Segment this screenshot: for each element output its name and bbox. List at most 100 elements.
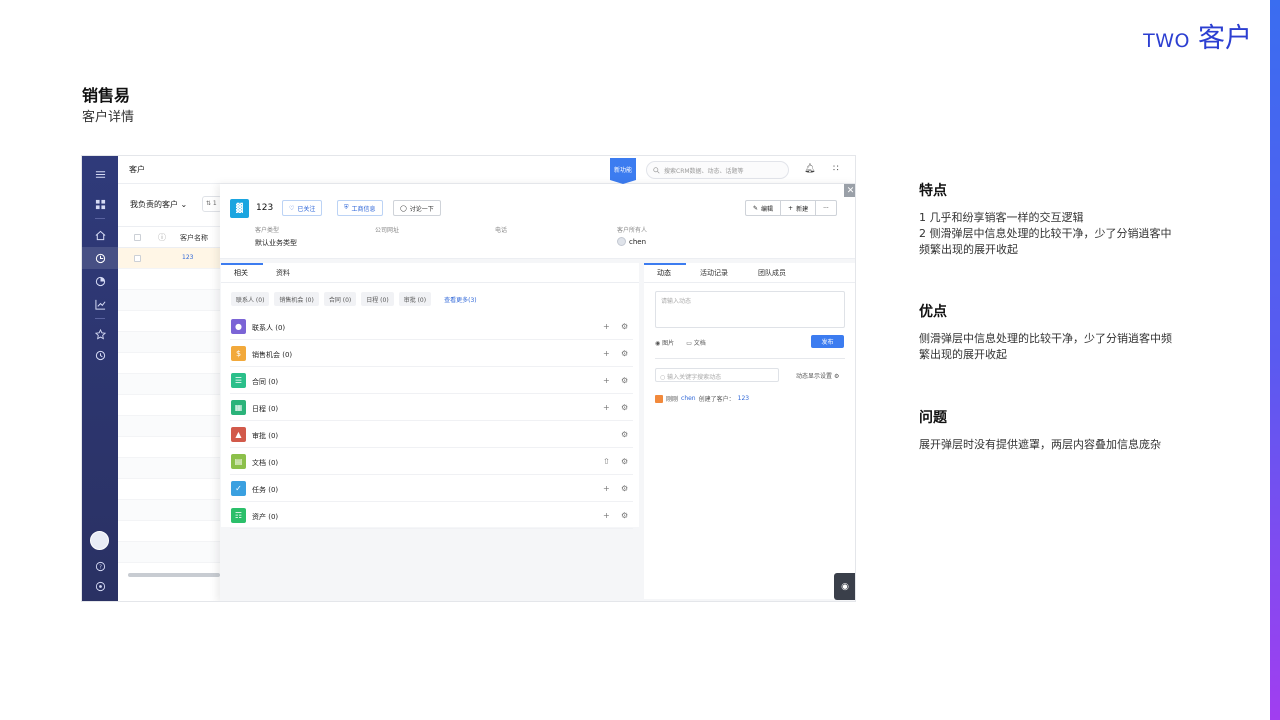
list-sort-button[interactable]: ⇅ 1 <box>202 196 222 212</box>
table-row <box>118 437 220 458</box>
new-feature-badge[interactable]: 新功能 <box>610 158 636 184</box>
building-icon: ▓ <box>230 199 249 218</box>
gear-icon[interactable]: ⚙︎ <box>621 457 628 466</box>
more-button[interactable]: ··· <box>816 201 836 215</box>
horizontal-scrollbar[interactable] <box>128 573 220 577</box>
post-image-button[interactable]: ◉ 图片 <box>655 338 674 347</box>
chip-opportunities[interactable]: 销售机会 (0) <box>274 292 319 306</box>
tab-team-members[interactable]: 团队成员 <box>758 268 786 278</box>
help-icon[interactable]: ? <box>92 558 108 574</box>
plus-icon[interactable]: + <box>603 403 610 412</box>
related-row-contacts[interactable]: ● 联系人 (0) + ⚙︎ <box>230 314 633 340</box>
view-more-link[interactable]: 查看更多(3) <box>444 292 477 306</box>
business-info-button[interactable]: ⛨ 工商信息 <box>337 200 383 216</box>
list-filter-dropdown[interactable]: 我负责的客户 ⌄ <box>130 199 187 210</box>
new-button[interactable]: + 新建 <box>781 201 817 215</box>
related-label: 任务 (0) <box>252 486 279 494</box>
gear-icon[interactable]: ⚙︎ <box>621 322 628 331</box>
post-input[interactable]: 请输入动态 <box>655 291 845 328</box>
tab-profile[interactable]: 资料 <box>276 268 290 278</box>
pie-chart-icon[interactable] <box>92 273 108 289</box>
menu-icon[interactable] <box>92 166 108 182</box>
breadcrumb: 客户 <box>129 165 145 174</box>
edit-button[interactable]: ✎ 编辑 <box>746 201 782 215</box>
table-row[interactable]: 123 <box>118 248 220 269</box>
tab-activity-log[interactable]: 活动记录 <box>700 268 728 278</box>
close-icon[interactable]: ✕ <box>844 184 855 197</box>
customer-icon[interactable] <box>92 250 108 266</box>
activity-user[interactable]: chen <box>681 395 696 402</box>
activity-panel: 动态 活动记录 团队成员 请输入动态 ◉ 图片 ▭ 文档 发布 ○ 输入关键字搜… <box>644 263 855 599</box>
table-row <box>118 269 220 290</box>
related-row-schedule[interactable]: ▦ 日程 (0) + ⚙︎ <box>230 395 633 421</box>
settings-icon: ⚙︎ <box>833 373 840 380</box>
row-checkbox[interactable] <box>134 255 141 262</box>
related-row-contracts[interactable]: ☰ 合同 (0) + ⚙︎ <box>230 368 633 394</box>
upload-icon[interactable]: ⇧ <box>603 457 610 466</box>
column-customer-name[interactable]: 客户名称 <box>180 233 208 243</box>
clock-icon[interactable] <box>92 347 108 363</box>
gear-icon[interactable]: ⚙︎ <box>621 511 628 520</box>
user-icon: ● <box>231 319 246 334</box>
select-all-checkbox[interactable] <box>134 234 141 241</box>
gear-icon[interactable]: ⚙︎ <box>621 403 628 412</box>
section-tag: TWO 客户 <box>1143 16 1252 55</box>
chip-contacts[interactable]: 联系人 (0) <box>231 292 270 306</box>
meta-value-owner[interactable]: chen <box>629 238 646 246</box>
plus-icon[interactable]: + <box>603 484 610 493</box>
post-placeholder: 请输入动态 <box>661 298 692 305</box>
discuss-button[interactable]: ◯ 讨论一下 <box>393 200 441 216</box>
list-header: ⓘ 客户名称 <box>118 226 220 248</box>
chat-bubble-icon[interactable]: ◉ <box>834 573 855 600</box>
bell-icon[interactable]: 🔔︎ <box>804 164 815 174</box>
user-avatar[interactable] <box>90 531 109 550</box>
dashboard-icon[interactable] <box>92 196 108 212</box>
gear-icon[interactable]: ⚙︎ <box>621 349 628 358</box>
line-chart-icon[interactable] <box>92 296 108 312</box>
apps-grid-icon[interactable]: ∷ <box>833 164 839 174</box>
plus-icon[interactable]: + <box>603 349 610 358</box>
star-icon[interactable] <box>92 326 108 342</box>
follow-button[interactable]: ♡ 已关注 <box>282 200 323 216</box>
tab-feed[interactable]: 动态 <box>657 268 671 278</box>
chip-schedule[interactable]: 日程 (0) <box>361 292 394 306</box>
post-doc-label: 文档 <box>693 340 706 347</box>
activity-search-input[interactable]: ○ 输入关键字搜索动态 <box>655 368 779 382</box>
plus-icon[interactable]: + <box>603 511 610 520</box>
related-row-opportunities[interactable]: $ 销售机会 (0) + ⚙︎ <box>230 341 633 367</box>
chip-contracts[interactable]: 合同 (0) <box>323 292 357 306</box>
related-row-approval[interactable]: ▲ 审批 (0) ⚙︎ <box>230 422 633 448</box>
table-row <box>118 332 220 353</box>
app-sidebar: ? <box>82 156 118 601</box>
table-row <box>118 353 220 374</box>
chip-approval[interactable]: 审批 (0) <box>398 292 432 306</box>
home-icon[interactable] <box>92 227 108 243</box>
activity-settings-link[interactable]: 动态显示设置 ⚙︎ <box>796 371 839 380</box>
plus-icon[interactable]: + <box>603 322 610 331</box>
activity-target[interactable]: 123 <box>738 395 749 402</box>
gear-icon[interactable]: ⚙︎ <box>621 484 628 493</box>
search-icon: ○ <box>660 374 666 381</box>
related-row-tasks[interactable]: ✓ 任务 (0) + ⚙︎ <box>230 476 633 502</box>
tab-related[interactable]: 相关 <box>234 268 248 278</box>
global-search-input[interactable]: 搜索CRM数据、动态、话题等 <box>646 161 789 179</box>
publish-button[interactable]: 发布 <box>811 335 844 348</box>
accent-bar <box>1270 0 1280 720</box>
row-customer-name[interactable]: 123 <box>182 254 193 261</box>
plus-icon: + <box>788 204 794 212</box>
gear-icon[interactable]: ⚙︎ <box>621 430 628 439</box>
post-doc-button[interactable]: ▭ 文档 <box>686 338 706 347</box>
related-label: 资产 (0) <box>252 513 279 521</box>
folder-icon: ▭ <box>686 340 692 347</box>
app-topbar: 客户 新功能 搜索CRM数据、动态、话题等 🔔︎ ∷ <box>118 156 855 184</box>
table-row <box>118 416 220 437</box>
related-row-documents[interactable]: ▤ 文档 (0) ⇧ ⚙︎ <box>230 449 633 475</box>
related-label: 日程 (0) <box>252 405 279 413</box>
settings-icon[interactable] <box>92 578 108 594</box>
note-line: 侧滑弹层中信息处理的比较干净，少了分销逍客中频 <box>919 332 1172 345</box>
note-line: 展开弹层时没有提供遮罩，两层内容叠加信息庞杂 <box>919 438 1161 451</box>
related-row-assets[interactable]: ☶ 资产 (0) + ⚙︎ <box>230 503 633 529</box>
gear-icon[interactable]: ⚙︎ <box>621 376 628 385</box>
table-row <box>118 500 220 521</box>
plus-icon[interactable]: + <box>603 376 610 385</box>
